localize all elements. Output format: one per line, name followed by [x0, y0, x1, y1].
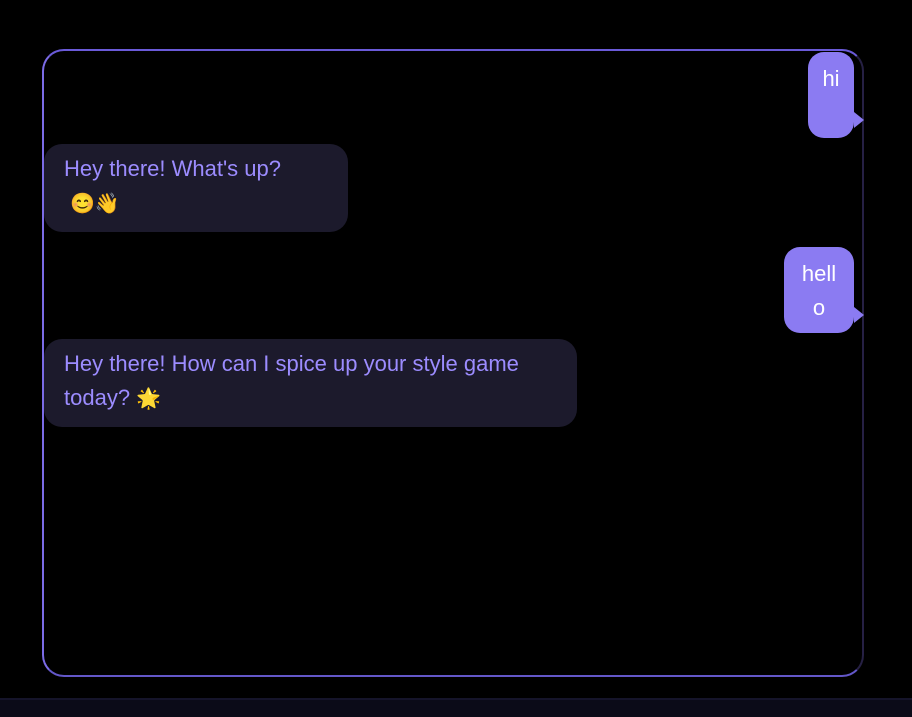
- bottom-bar: [0, 698, 912, 717]
- emoji-icon: 😊👋: [70, 193, 120, 215]
- bubble-tail: [854, 307, 864, 323]
- user-message-text: hello: [801, 261, 837, 320]
- assistant-message-bubble: Hey there! What's up? 😊👋: [44, 144, 348, 232]
- assistant-message-text: Hey there! What's up?: [64, 156, 281, 181]
- emoji-icon: 🌟: [136, 388, 161, 410]
- user-message-text: hi: [822, 66, 840, 91]
- bubble-tail: [854, 112, 864, 128]
- assistant-message-bubble: Hey there! How can I spice up your style…: [44, 339, 577, 427]
- user-message-bubble: hello: [784, 247, 864, 333]
- assistant-message-text: Hey there! How can I spice up your style…: [64, 351, 519, 410]
- user-message-bubble: hi: [808, 52, 864, 138]
